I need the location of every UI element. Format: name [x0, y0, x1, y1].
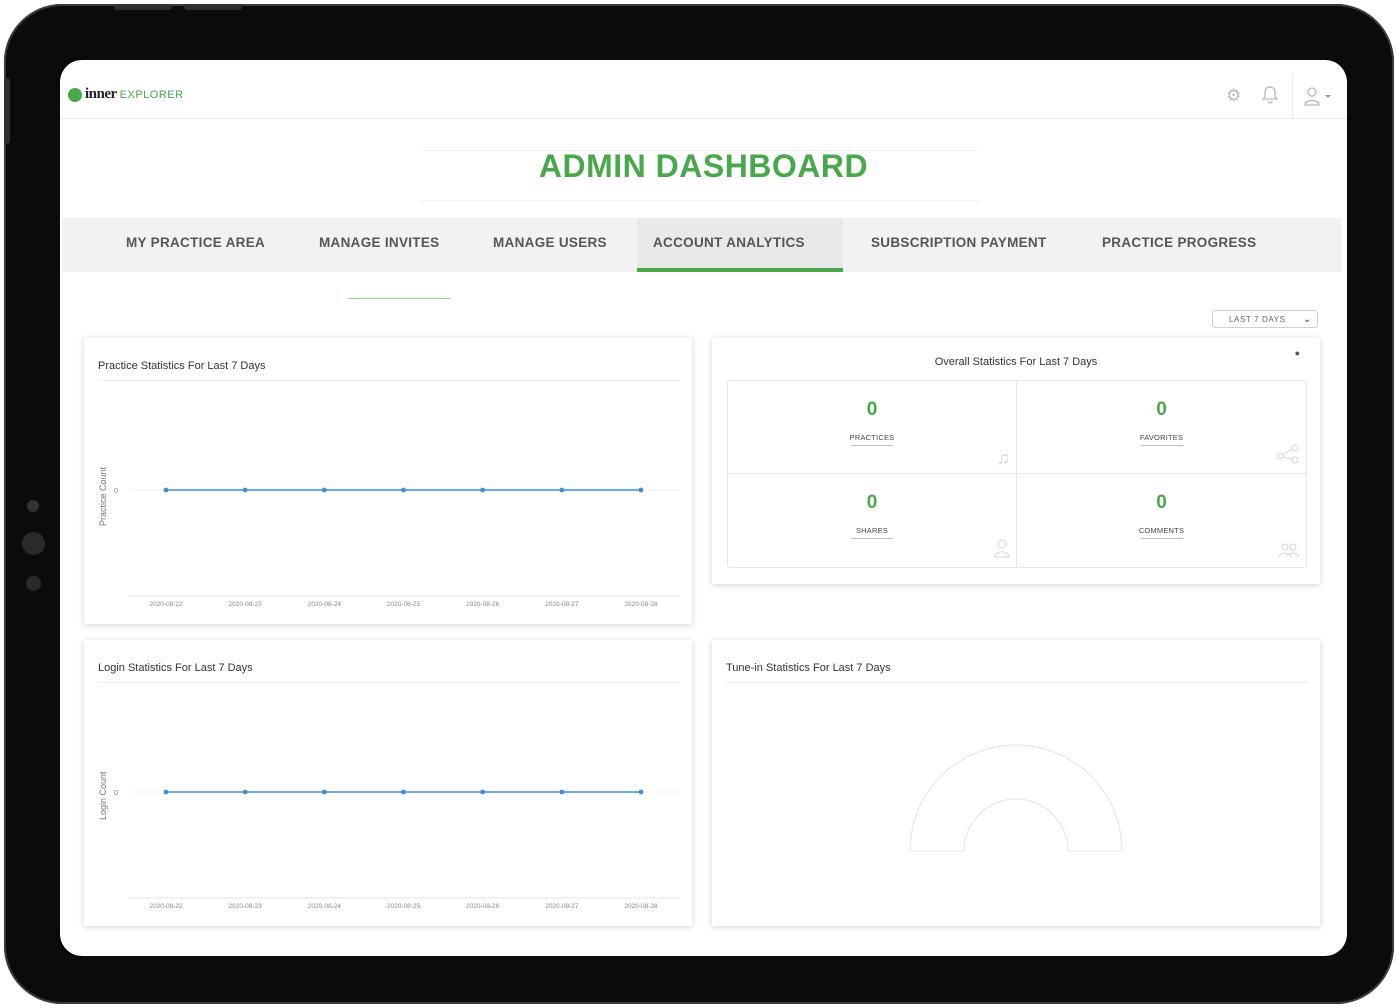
x-tick-label: 2020-08-27	[545, 903, 579, 910]
side-button	[4, 78, 10, 144]
overall-card-title: Overall Statistics For Last 7 Days	[934, 356, 1098, 368]
tab-account-analytics[interactable]: ACCOUNT ANALYTICS	[637, 218, 843, 272]
x-tick-label: 2020-08-26	[466, 601, 500, 608]
tab-subscription-payment[interactable]: SUBSCRIPTION PAYMENT	[871, 218, 1047, 272]
tab-practice-progress[interactable]: PRACTICE PROGRESS	[1102, 218, 1256, 272]
bell-icon[interactable]	[1261, 86, 1279, 109]
data-point	[480, 487, 486, 493]
share-icon	[1276, 444, 1300, 469]
stat-shares: 0 SHARES	[728, 474, 1017, 567]
stat-underline	[1140, 538, 1183, 539]
info-icon[interactable]: ●	[1295, 348, 1300, 358]
x-tick-label: 2020-08-27	[545, 601, 579, 608]
stat-value: 0	[866, 492, 878, 513]
stat-practices: 0 PRACTICES ♫	[728, 381, 1017, 474]
app-screen: inner EXPLORER ⚙ ADMIN DASHBOARD MY PRAC…	[60, 60, 1347, 956]
stat-underline	[1140, 445, 1183, 446]
innerexplorer-logo[interactable]: inner EXPLORER	[68, 86, 184, 103]
stat-underline	[851, 538, 893, 539]
logo-inner-text: inner	[85, 86, 117, 102]
x-tick-label: 2020-08-24	[308, 601, 342, 608]
x-tick-label: 2020-08-22	[149, 601, 183, 608]
x-tick-label: 2020-08-25	[387, 601, 421, 608]
overall-statistics-card: Overall Statistics For Last 7 Days ● 0 P…	[712, 338, 1320, 584]
data-point	[401, 789, 406, 795]
data-point	[163, 487, 169, 493]
tunein-half-donut-chart	[909, 744, 1123, 852]
chevron-down-icon: ⌄	[1303, 314, 1312, 325]
tab-manage-invites[interactable]: MANAGE INVITES	[319, 218, 439, 272]
x-tick-label: 2020-08-22	[149, 903, 183, 910]
data-point	[163, 789, 169, 795]
x-tick-label: 2020-08-28	[624, 903, 658, 910]
data-point	[559, 487, 565, 493]
tablet-frame: inner EXPLORER ⚙ ADMIN DASHBOARD MY PRAC…	[4, 4, 1394, 1004]
login-line-chart: 0 2020-08-22 2020-08-23 2020-08-24 2020-08-2…	[114, 789, 680, 910]
tab-bar: MY PRACTICE AREA MANAGE INVITES MANAGE U…	[62, 218, 1342, 272]
logo-mark-icon	[68, 87, 82, 102]
data-point	[401, 487, 406, 493]
group-icon	[1278, 542, 1300, 563]
sub-tab-indicator	[348, 298, 451, 299]
stat-label: FAVORITES	[1139, 433, 1184, 442]
stat-label: PRACTICES	[849, 433, 895, 442]
data-point	[321, 487, 327, 493]
tab-my-practice-area[interactable]: MY PRACTICE AREA	[126, 218, 265, 272]
data-point	[638, 487, 644, 493]
tunein-statistics-card: Tune-in Statistics For Last 7 Days	[712, 640, 1320, 926]
stat-underline	[851, 445, 893, 446]
stat-label: COMMENTS	[1138, 526, 1185, 535]
stat-value: 0	[1156, 492, 1167, 513]
tab-manage-users[interactable]: MANAGE USERS	[493, 218, 607, 272]
stat-favorites: 0 FAVORITES	[1017, 381, 1306, 474]
login-statistics-card: Login Statistics For Last 7 Days Login C…	[84, 640, 692, 926]
stat-label: SHARES	[855, 526, 889, 535]
y-tick-label: 0	[114, 790, 118, 797]
person-icon	[994, 538, 1010, 563]
sensor-icon	[22, 532, 45, 555]
data-point	[638, 789, 644, 795]
music-icon: ♫	[996, 448, 1011, 468]
data-point	[242, 789, 248, 795]
data-point	[559, 789, 565, 795]
user-menu-icon[interactable]	[1304, 86, 1332, 111]
x-tick-label: 2020-08-26	[466, 903, 500, 910]
data-point	[242, 487, 248, 493]
stat-value: 0	[866, 399, 878, 420]
date-range-value: LAST 7 DAYS	[1229, 315, 1286, 324]
x-tick-label: 2020-08-24	[308, 903, 342, 910]
practice-statistics-card: Practice Statistics For Last 7 Days Prac…	[84, 338, 692, 624]
header-divider	[1292, 74, 1293, 118]
date-range-select[interactable]: LAST 7 DAYS ⌄	[1212, 310, 1318, 328]
title-divider	[420, 200, 980, 201]
page-title: ADMIN DASHBOARD	[538, 148, 869, 184]
x-tick-label: 2020-08-23	[229, 601, 263, 608]
practice-line-chart: 0 2020-08-22 2020-08-23 2020-08-24 2020-08-2…	[114, 487, 680, 608]
gear-icon[interactable]: ⚙	[1226, 86, 1241, 106]
x-tick-label: 2020-08-28	[624, 601, 658, 608]
half-donut-arc	[909, 744, 1123, 852]
data-point	[321, 789, 327, 795]
volume-button	[114, 4, 172, 10]
power-button	[184, 4, 242, 10]
x-tick-label: 2020-08-23	[229, 903, 263, 910]
stat-value: 0	[1156, 399, 1167, 420]
camera-icon	[27, 500, 39, 512]
x-tick-label: 2020-08-25	[387, 903, 421, 910]
stats-grid: 0 PRACTICES ♫ 0 FAVORITES 0 SHARES 0 COM…	[727, 380, 1307, 568]
logo-explorer-text: EXPLORER	[119, 88, 184, 101]
stat-comments: 0 COMMENTS	[1017, 474, 1306, 567]
sensor-icon	[26, 576, 41, 591]
top-navbar: inner EXPLORER ⚙	[60, 60, 1347, 119]
y-tick-label: 0	[114, 488, 118, 495]
data-point	[480, 789, 486, 795]
